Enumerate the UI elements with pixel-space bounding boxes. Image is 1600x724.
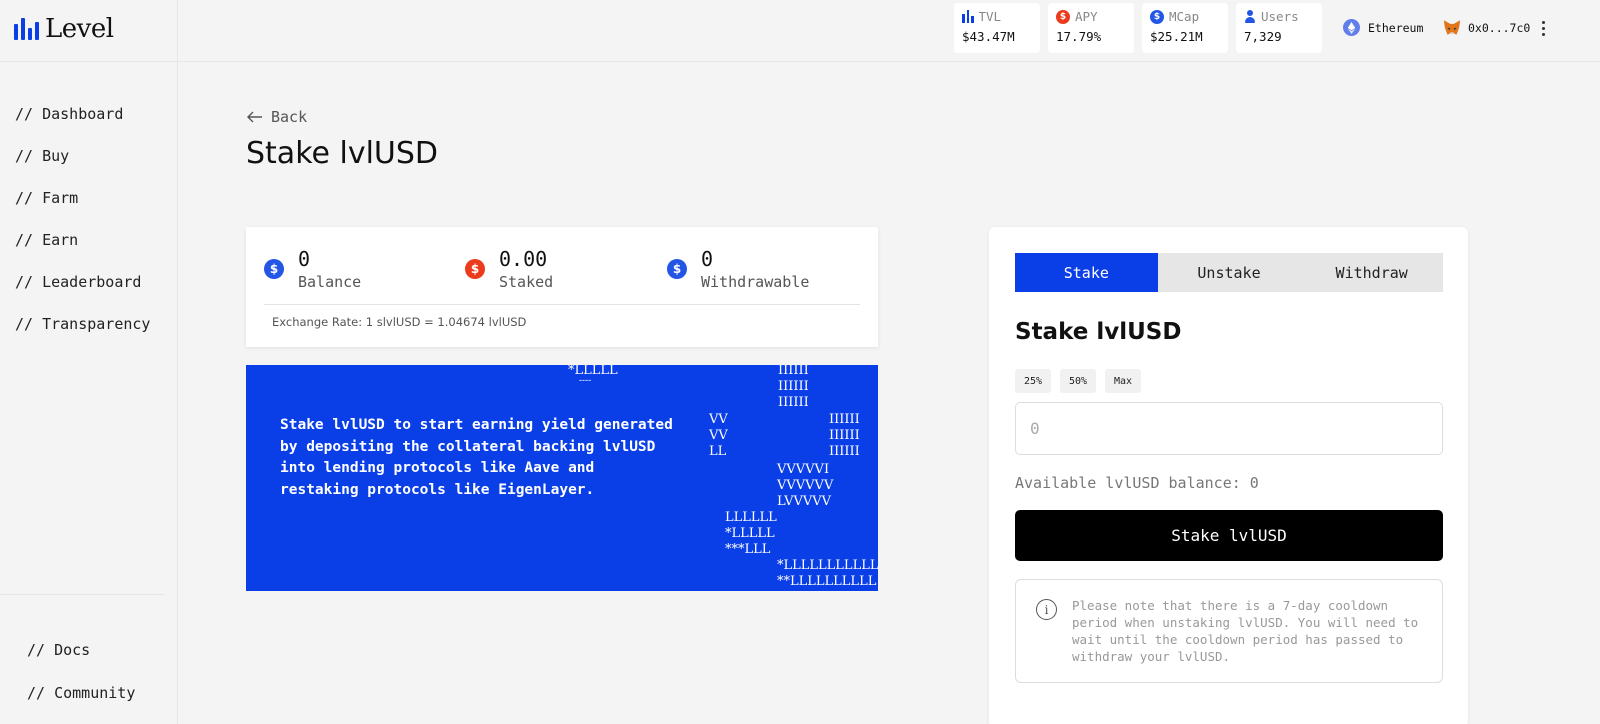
network-name: Ethereum	[1368, 20, 1424, 35]
ascii-art: IIIIII IIIIII IIIIII	[778, 365, 809, 410]
protocol-stats: TVL $43.47M $ APY 17.79% $ MCap $25.21M …	[954, 3, 1322, 53]
wallet-button[interactable]: 0x0...7c0	[1443, 19, 1530, 36]
sidebar-item-dashboard[interactable]: // Dashboard	[15, 104, 150, 146]
balance-value: 0	[298, 247, 311, 271]
lvlusd-coin-icon: $	[264, 259, 284, 279]
sidebar-item-community[interactable]: // Community	[27, 683, 135, 724]
stat-value: $43.47M	[962, 29, 1015, 44]
stat-apy: $ APY 17.79%	[1048, 3, 1134, 53]
exchange-rate: Exchange Rate: 1 slvlUSD = 1.04674 lvlUS…	[272, 315, 527, 329]
staked-value: 0.00	[499, 247, 548, 271]
header-divider	[178, 61, 1600, 62]
withdrawable-label: Withdrawable	[701, 273, 810, 291]
metamask-fox-icon	[1443, 20, 1461, 35]
dollar-coin-icon: $	[1150, 9, 1164, 24]
stat-value: 17.79%	[1056, 29, 1102, 44]
action-tabs: Stake Unstake Withdraw	[1015, 253, 1443, 292]
info-icon: i	[1036, 599, 1057, 620]
sidebar-divider	[0, 594, 165, 595]
lvlusd-coin-icon: $	[667, 259, 687, 279]
sidebar-item-leaderboard[interactable]: // Leaderboard	[15, 272, 150, 314]
tab-unstake[interactable]: Unstake	[1158, 253, 1301, 292]
max-button[interactable]: Max	[1105, 369, 1141, 393]
sidebar-item-buy[interactable]: // Buy	[15, 146, 150, 188]
stat-value: $25.21M	[1150, 29, 1203, 44]
stat-label: MCap	[1169, 9, 1200, 24]
sidebar-item-transparency[interactable]: // Transparency	[15, 314, 150, 356]
sidebar-item-earn[interactable]: // Earn	[15, 230, 150, 272]
tab-withdraw[interactable]: Withdraw	[1300, 253, 1443, 292]
network-selector[interactable]: Ethereum	[1343, 19, 1423, 36]
page-title: Stake lvlUSD	[246, 136, 439, 171]
wallet-address: 0x0...7c0	[1468, 20, 1531, 35]
bars-icon	[962, 10, 974, 23]
staked-item: $ 0.00 Staked	[465, 247, 553, 291]
balance-summary-card: $ 0 Balance $ 0.00 Staked $ 0 Withdrawab…	[246, 227, 878, 347]
sidebar-bottom-nav: // Docs // Community	[27, 640, 135, 724]
balance-item: $ 0 Balance	[264, 247, 361, 291]
percent-50-button[interactable]: 50%	[1060, 369, 1096, 393]
dollar-coin-icon: $	[1056, 9, 1070, 24]
tab-stake[interactable]: Stake	[1015, 253, 1158, 292]
amount-input[interactable]	[1015, 402, 1443, 455]
stake-button[interactable]: Stake lvlUSD	[1015, 510, 1443, 561]
back-link[interactable]: Back	[247, 108, 307, 126]
stat-label: TVL	[978, 9, 1002, 24]
form-title: Stake lvlUSD	[1015, 319, 1182, 345]
ascii-art: IIIIII IIIIII IIIIII	[829, 412, 860, 459]
sidebar: Level // Dashboard // Buy // Farm // Ear…	[0, 0, 178, 724]
ascii-art: ----	[579, 376, 592, 386]
level-logo-icon	[14, 18, 39, 40]
promo-text: Stake lvlUSD to start earning yield gene…	[280, 417, 673, 498]
stat-value: 7,329	[1244, 29, 1282, 44]
stat-label: APY	[1075, 9, 1098, 24]
stat-users: Users 7,329	[1236, 3, 1322, 53]
card-divider	[264, 304, 860, 305]
more-menu-icon[interactable]	[1538, 18, 1548, 38]
cooldown-notice-text: Please note that there is a 7-day cooldo…	[1072, 598, 1419, 664]
withdrawable-value: 0	[701, 247, 714, 271]
sidebar-item-farm[interactable]: // Farm	[15, 188, 150, 230]
ascii-art: LLLLLL *LLLLL ***LLL	[725, 510, 777, 557]
brand-logo[interactable]: Level	[14, 14, 114, 44]
sidebar-nav: // Dashboard // Buy // Farm // Earn // L…	[15, 104, 150, 356]
ascii-art: VV VV LL	[709, 412, 728, 459]
stat-label: Users	[1261, 9, 1299, 24]
arrow-left-icon	[247, 111, 262, 123]
user-icon	[1244, 10, 1256, 23]
back-label: Back	[271, 108, 308, 126]
ethereum-icon	[1343, 19, 1360, 36]
stat-mcap: $ MCap $25.21M	[1142, 3, 1228, 53]
ascii-art: *LLLLLLLLLLL **LLLLLLLLLL	[777, 558, 878, 589]
promo-banner: Stake lvlUSD to start earning yield gene…	[246, 365, 878, 591]
stat-tvl: TVL $43.47M	[954, 3, 1040, 53]
sidebar-item-docs[interactable]: // Docs	[27, 640, 135, 683]
available-balance: Available lvlUSD balance: 0	[1015, 474, 1259, 492]
balance-label: Balance	[298, 273, 362, 291]
header-divider	[0, 61, 178, 62]
withdrawable-item: $ 0 Withdrawable	[667, 247, 809, 291]
cooldown-notice: i Please note that there is a 7-day cool…	[1015, 579, 1443, 683]
ascii-art: VVVVVI VVVVVV LVVVVV	[777, 462, 834, 509]
ascii-art: *LLLLL	[568, 365, 618, 378]
staked-label: Staked	[499, 273, 554, 291]
slvlusd-coin-icon: $	[465, 259, 485, 279]
percent-25-button[interactable]: 25%	[1015, 369, 1051, 393]
stake-form-card: Stake Unstake Withdraw Stake lvlUSD 25% …	[989, 227, 1468, 724]
brand-name: Level	[45, 14, 114, 44]
